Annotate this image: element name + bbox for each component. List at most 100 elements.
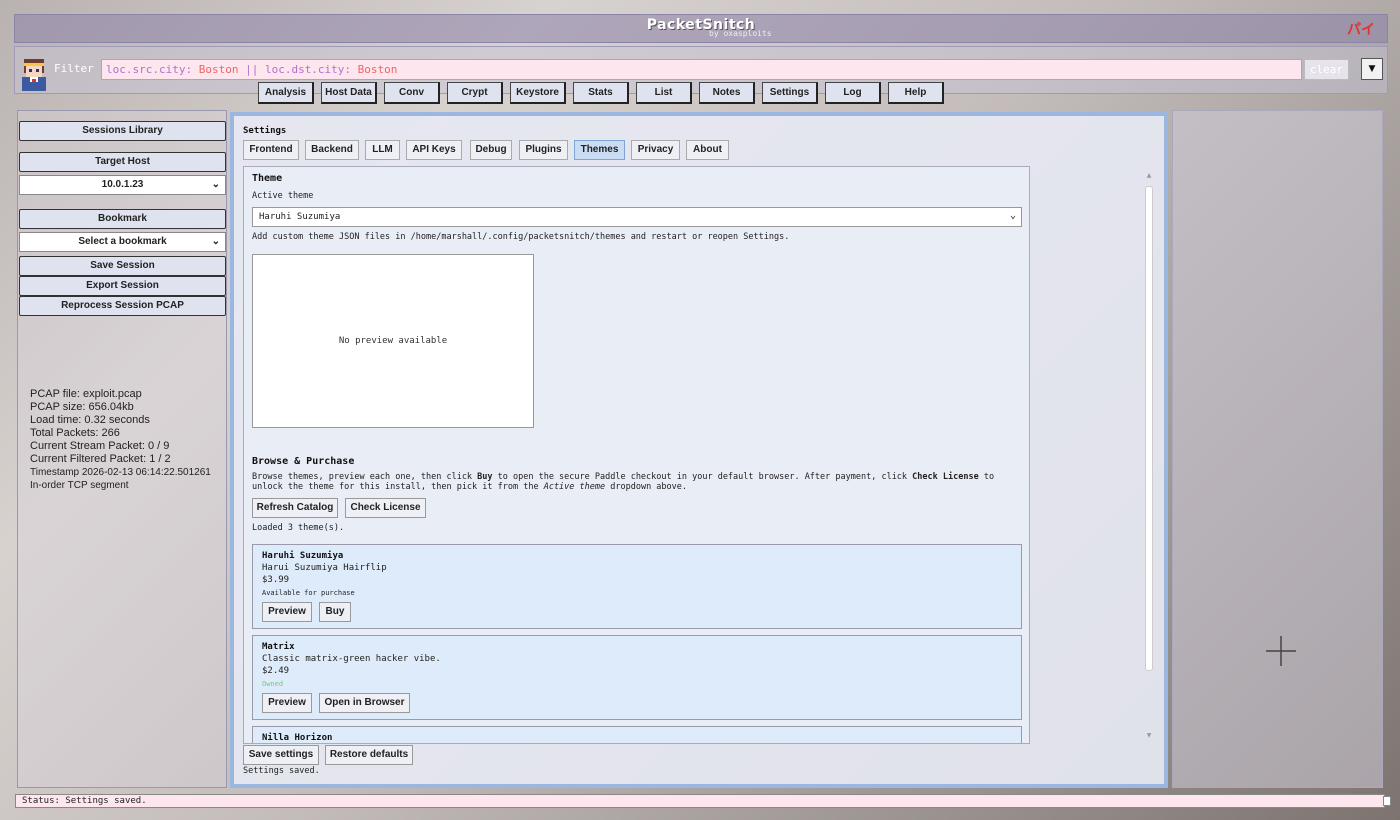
app-title: PacketSnitch <box>646 17 756 33</box>
theme-status: Available for purchase <box>262 589 355 597</box>
active-theme-select[interactable]: Haruhi Suzumiya ⌄ <box>252 207 1022 227</box>
tab-settings[interactable]: Settings <box>762 82 818 104</box>
target-host-value: 10.0.1.23 <box>101 179 144 190</box>
pcap-file: PCAP file: exploit.pcap <box>30 388 142 400</box>
theme-price: $2.49 <box>262 666 290 676</box>
settings-tab-privacy[interactable]: Privacy <box>631 140 680 160</box>
filter-operator: || <box>238 63 265 76</box>
settings-scrollbar[interactable]: ▲ ▼ <box>1144 172 1154 744</box>
tab-crypt[interactable]: Crypt <box>447 82 503 104</box>
resize-handle[interactable] <box>1383 796 1391 806</box>
tab-host-data[interactable]: Host Data <box>321 82 377 104</box>
theme-heading: Theme <box>252 173 283 184</box>
filter-key-src: loc.src.city: <box>106 63 193 76</box>
scroll-up-icon[interactable]: ▲ <box>1144 172 1154 179</box>
settings-tab-plugins[interactable]: Plugins <box>519 140 568 160</box>
browse-desc-part1: Browse themes, preview each one, then cl… <box>252 472 478 482</box>
filtered-packet: Current Filtered Packet: 1 / 2 <box>30 453 171 465</box>
theme-description: Harui Suzumiya Hairflip <box>262 563 387 573</box>
theme-name: Haruhi Suzumiya <box>262 551 344 561</box>
sidebar: Sessions Library Target Host 10.0.1.23 ⌄… <box>17 110 227 788</box>
title-bar: PacketSnitch by oxasploits パイ <box>14 14 1388 43</box>
settings-saved-message: Settings saved. <box>243 766 320 776</box>
export-session-button[interactable]: Export Session <box>19 276 226 296</box>
session-info: PCAP file: exploit.pcap PCAP size: 656.0… <box>30 388 211 492</box>
theme-name: Matrix <box>262 642 295 652</box>
themes-content: Theme Active theme Haruhi Suzumiya ⌄ Add… <box>243 166 1030 744</box>
crosshair-cursor-icon <box>1266 636 1296 666</box>
preview-text: No preview available <box>338 336 448 346</box>
packet-timestamp: Timestamp 2026-02-13 06:14:22.501261 <box>30 467 211 478</box>
mascot-icon <box>22 59 46 91</box>
theme-card: Matrix Classic matrix-green hacker vibe.… <box>252 635 1022 720</box>
settings-panel: Settings Frontend Backend LLM API Keys D… <box>230 112 1168 788</box>
chevron-down-icon: ▼ <box>1368 64 1376 74</box>
open-in-browser-button[interactable]: Open in Browser <box>319 693 410 713</box>
stream-packet: Current Stream Packet: 0 / 9 <box>30 440 170 452</box>
settings-tab-llm[interactable]: LLM <box>365 140 400 160</box>
custom-theme-hint: Add custom theme JSON files in /home/mar… <box>252 232 790 242</box>
loaded-message: Loaded 3 theme(s). <box>252 523 345 533</box>
theme-name: Nilla Horizon <box>262 733 333 743</box>
tab-keystore[interactable]: Keystore <box>510 82 566 104</box>
theme-price: $3.99 <box>262 575 290 585</box>
tab-help[interactable]: Help <box>888 82 944 104</box>
bookmark-button[interactable]: Bookmark <box>19 209 226 229</box>
settings-tab-api-keys[interactable]: API Keys <box>406 140 462 160</box>
settings-tab-debug[interactable]: Debug <box>470 140 512 160</box>
tab-log[interactable]: Log <box>825 82 881 104</box>
filter-input[interactable]: loc.src.city: Boston || loc.dst.city: Bo… <box>101 59 1302 80</box>
pcap-size: PCAP size: 656.04kb <box>30 401 134 413</box>
check-license-button[interactable]: Check License <box>345 498 426 518</box>
status-bar: Status: Settings saved. <box>15 794 1385 808</box>
chevron-down-icon: ⌄ <box>1009 210 1016 221</box>
browse-heading: Browse & Purchase <box>252 456 355 467</box>
active-theme-label: Active theme <box>252 191 314 201</box>
scroll-down-icon[interactable]: ▼ <box>1144 732 1154 739</box>
settings-tab-frontend[interactable]: Frontend <box>243 140 299 160</box>
preview-button[interactable]: Preview <box>262 602 312 622</box>
settings-title: Settings <box>243 126 287 136</box>
reprocess-pcap-button[interactable]: Reprocess Session PCAP <box>19 296 226 316</box>
settings-tab-themes[interactable]: Themes <box>574 140 625 160</box>
tab-stats[interactable]: Stats <box>573 82 629 104</box>
target-host-button[interactable]: Target Host <box>19 152 226 172</box>
clear-button[interactable]: clear <box>1304 59 1349 80</box>
bookmark-select[interactable]: Select a bookmark ⌄ <box>19 232 226 252</box>
scrollbar-thumb[interactable] <box>1145 186 1153 671</box>
theme-description: Classic matrix-green hacker vibe. <box>262 654 441 664</box>
theme-status: Owned <box>262 680 284 688</box>
bookmark-placeholder: Select a bookmark <box>78 236 167 247</box>
restore-defaults-button[interactable]: Restore defaults <box>325 745 413 765</box>
tab-conv[interactable]: Conv <box>384 82 440 104</box>
settings-tab-backend[interactable]: Backend <box>305 140 359 160</box>
filter-label: Filter <box>54 62 94 75</box>
refresh-catalog-button[interactable]: Refresh Catalog <box>252 498 338 518</box>
chevron-down-icon: ⌄ <box>211 179 220 190</box>
app-subtitle: by oxasploits <box>709 29 772 38</box>
total-packets: Total Packets: 266 <box>30 427 120 439</box>
buy-button[interactable]: Buy <box>319 602 351 622</box>
filter-value-dst: Boston <box>351 63 398 76</box>
sessions-library-button[interactable]: Sessions Library <box>19 121 226 141</box>
browse-desc-part4: dropdown above. <box>605 482 688 492</box>
target-host-select[interactable]: 10.0.1.23 ⌄ <box>19 175 226 195</box>
corner-logo: パイ <box>1347 22 1375 38</box>
settings-tab-about[interactable]: About <box>686 140 729 160</box>
tab-list[interactable]: List <box>636 82 692 104</box>
browse-desc-active: Active theme <box>543 482 606 492</box>
filter-dropdown-button[interactable]: ▼ <box>1361 58 1383 80</box>
tab-analysis[interactable]: Analysis <box>258 82 314 104</box>
active-theme-value: Haruhi Suzumiya <box>259 212 341 222</box>
browse-desc-check: Check License <box>912 472 979 482</box>
browse-desc-buy: Buy <box>477 472 493 482</box>
save-settings-button[interactable]: Save settings <box>243 745 319 765</box>
browse-desc-part2: to open the secure Paddle checkout in yo… <box>492 472 913 482</box>
save-session-button[interactable]: Save Session <box>19 256 226 276</box>
right-panel <box>1172 110 1383 788</box>
tab-notes[interactable]: Notes <box>699 82 755 104</box>
load-time: Load time: 0.32 seconds <box>30 414 150 426</box>
preview-button[interactable]: Preview <box>262 693 312 713</box>
theme-card: Haruhi Suzumiya Harui Suzumiya Hairflip … <box>252 544 1022 629</box>
chevron-down-icon: ⌄ <box>211 236 220 247</box>
